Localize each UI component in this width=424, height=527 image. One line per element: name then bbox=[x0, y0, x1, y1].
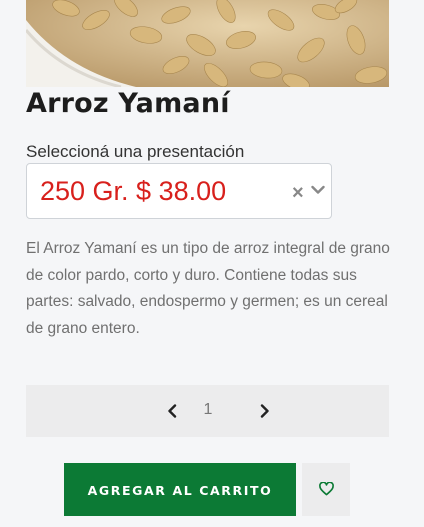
presentation-select-label: Seleccioná una presentación bbox=[26, 142, 245, 161]
product-title: Arroz Yamaní bbox=[26, 88, 230, 119]
chevron-down-icon[interactable] bbox=[311, 185, 325, 195]
close-icon[interactable]: × bbox=[292, 183, 304, 203]
presentation-select[interactable]: 250 Gr. $ 38.00 × bbox=[26, 163, 332, 219]
product-description: El Arroz Yamaní es un tipo de arroz inte… bbox=[26, 240, 390, 337]
chevron-left-icon[interactable] bbox=[167, 404, 177, 418]
wishlist-button[interactable] bbox=[302, 463, 350, 516]
heart-icon bbox=[319, 482, 334, 496]
selected-presentation-value: 250 Gr. $ 38.00 bbox=[40, 176, 227, 206]
product-image bbox=[26, 0, 389, 87]
chevron-right-icon[interactable] bbox=[260, 404, 270, 418]
page-number: 1 bbox=[203, 401, 213, 418]
quantity-pager: 1 bbox=[26, 385, 389, 437]
rice-grains-picture bbox=[26, 0, 389, 87]
add-to-cart-button[interactable]: AGREGAR AL CARRITO bbox=[64, 463, 296, 516]
